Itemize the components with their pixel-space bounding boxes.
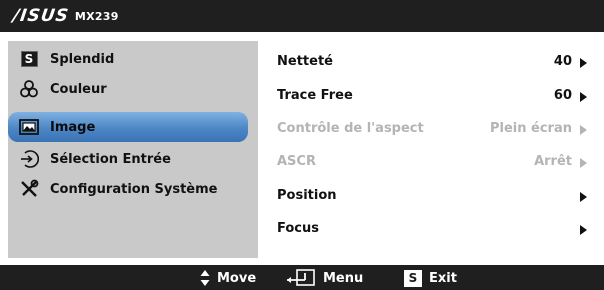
option-controle-aspect: Contrôle de l'aspect Plein écran — [263, 114, 599, 144]
arrow-right-icon — [580, 125, 587, 135]
color-circles-icon — [19, 79, 39, 99]
menu-hint[interactable]: Menu — [286, 269, 363, 287]
menu-item-splendid[interactable]: S Splendid — [8, 44, 258, 74]
option-label: Contrôle de l'aspect — [277, 121, 424, 136]
submenu-panel: Netteté 40 Trace Free 60 Contrôle de l'a… — [263, 41, 599, 258]
menu-item-image[interactable]: Image — [8, 112, 248, 142]
option-value: 60 — [553, 88, 572, 103]
menu-item-couleur[interactable]: Couleur — [8, 74, 258, 104]
option-trace-free[interactable]: Trace Free 60 — [263, 81, 599, 111]
option-label: Focus — [277, 221, 319, 236]
arrow-right-icon — [580, 192, 587, 202]
option-focus[interactable]: Focus — [263, 214, 599, 244]
menu-item-label: Configuration Système — [50, 181, 218, 197]
move-label: Move — [217, 270, 257, 286]
exit-label: Exit — [429, 270, 457, 286]
option-nettete[interactable]: Netteté 40 — [263, 47, 599, 77]
enter-icon — [286, 269, 316, 287]
main-menu: S Splendid Couleur Image Sélection Entré… — [8, 41, 258, 258]
option-position[interactable]: Position — [263, 181, 599, 211]
option-label: Trace Free — [277, 88, 353, 103]
splendid-s-icon: S — [19, 49, 39, 69]
option-ascr: ASCR Arrêt — [263, 147, 599, 177]
arrow-right-icon — [580, 225, 587, 235]
move-hint[interactable]: Move — [200, 269, 256, 287]
option-label: ASCR — [277, 154, 316, 169]
menu-label: Menu — [323, 270, 364, 286]
model-name: MX239 — [74, 9, 119, 23]
osd-window: /ISUS MX239 S Splendid Couleur Image Sél… — [0, 0, 604, 290]
menu-item-label: Sélection Entrée — [50, 151, 171, 167]
menu-item-selection-entree[interactable]: Sélection Entrée — [8, 144, 258, 174]
option-value: Arrêt — [534, 154, 572, 169]
image-icon — [19, 117, 39, 137]
menu-item-label: Splendid — [50, 51, 115, 67]
option-value: Plein écran — [490, 121, 572, 136]
menu-item-label: Couleur — [50, 81, 107, 97]
menu-item-configuration-systeme[interactable]: Configuration Système — [8, 174, 258, 204]
s-key-icon: S — [404, 269, 422, 287]
arrow-right-icon — [580, 158, 587, 168]
up-down-arrows-icon — [200, 269, 210, 287]
option-label: Netteté — [277, 54, 333, 69]
arrow-right-icon — [580, 58, 587, 68]
input-select-icon — [19, 149, 39, 169]
menu-item-label: Image — [50, 119, 96, 135]
exit-hint[interactable]: S Exit — [404, 269, 457, 287]
arrow-right-icon — [580, 92, 587, 102]
asus-logo: /ISUS — [11, 6, 71, 26]
option-value: 40 — [553, 54, 572, 69]
brand: /ISUS MX239 — [11, 6, 119, 26]
option-label: Position — [277, 188, 337, 203]
title-bar: /ISUS MX239 — [0, 0, 604, 32]
footer-bar: Move Menu S Exit — [0, 265, 604, 290]
tools-icon — [19, 179, 39, 199]
